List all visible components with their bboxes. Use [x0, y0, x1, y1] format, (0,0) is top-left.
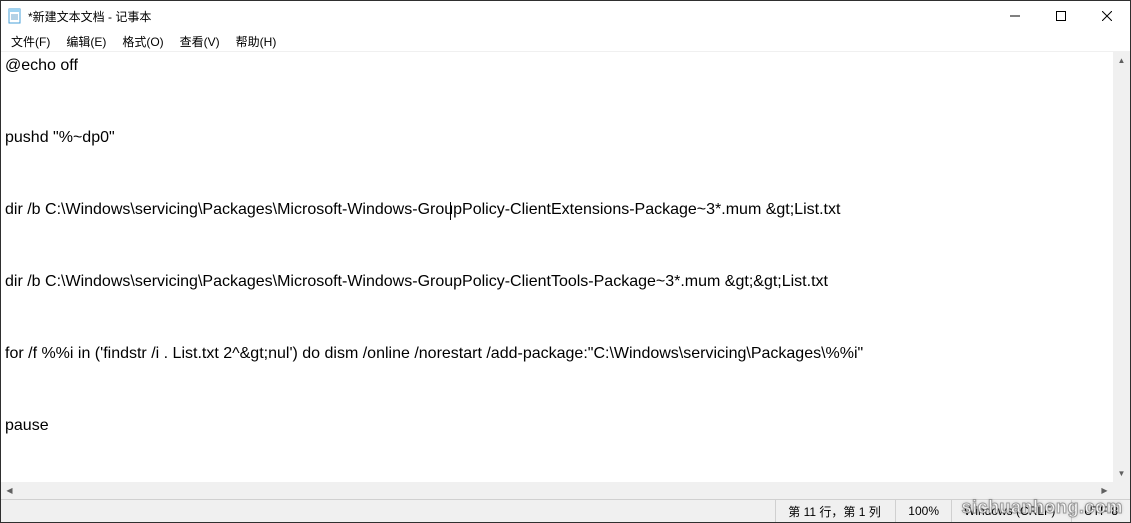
horizontal-scrollbar[interactable]: ◀ ▶: [1, 482, 1113, 499]
menu-file[interactable]: 文件(F): [5, 32, 56, 51]
status-position: 第 11 行，第 1 列: [776, 500, 896, 522]
menu-help[interactable]: 帮助(H): [230, 32, 283, 51]
status-spacer: [1, 500, 776, 522]
status-lineending: Windows (CRLF): [952, 500, 1072, 522]
scroll-right-icon[interactable]: ▶: [1096, 482, 1113, 499]
window-title: *新建文本文档 - 记事本: [28, 8, 151, 25]
scroll-down-icon[interactable]: ▼: [1113, 465, 1130, 482]
titlebar[interactable]: *新建文本文档 - 记事本: [1, 1, 1130, 31]
status-zoom: 100%: [896, 500, 952, 522]
vertical-scroll-track[interactable]: [1113, 69, 1130, 465]
scroll-left-icon[interactable]: ◀: [1, 482, 18, 499]
scroll-corner: [1113, 482, 1130, 499]
close-button[interactable]: [1084, 1, 1130, 31]
statusbar: 第 11 行，第 1 列 100% Windows (CRLF) UTF-8: [1, 499, 1130, 522]
window-controls: [992, 1, 1130, 31]
maximize-button[interactable]: [1038, 1, 1084, 31]
vertical-scrollbar[interactable]: ▲ ▼: [1113, 52, 1130, 482]
text-editor[interactable]: @echo off pushd "%~dp0" dir /b C:\Window…: [1, 52, 1113, 482]
menu-view[interactable]: 查看(V): [174, 32, 226, 51]
notepad-window: *新建文本文档 - 记事本 文件(F) 编辑(E) 格式(O) 查看(V) 帮助…: [0, 0, 1131, 523]
status-encoding: UTF-8: [1072, 500, 1130, 522]
minimize-button[interactable]: [992, 1, 1038, 31]
menu-format[interactable]: 格式(O): [116, 32, 169, 51]
horizontal-scroll-track[interactable]: [18, 482, 1096, 499]
text-caret: [450, 202, 451, 220]
scroll-up-icon[interactable]: ▲: [1113, 52, 1130, 69]
menubar: 文件(F) 编辑(E) 格式(O) 查看(V) 帮助(H): [1, 31, 1130, 51]
notepad-icon: [7, 8, 23, 24]
menu-edit[interactable]: 编辑(E): [60, 32, 112, 51]
editor-area: @echo off pushd "%~dp0" dir /b C:\Window…: [1, 51, 1130, 499]
